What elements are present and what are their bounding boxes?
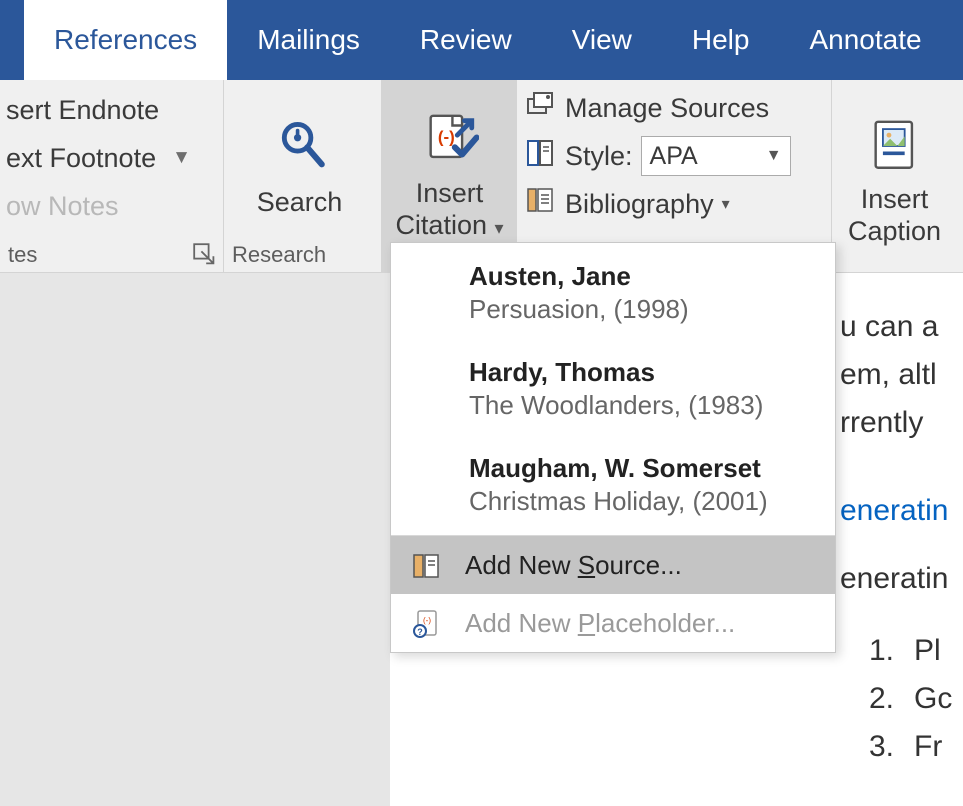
list-number: 3. — [840, 730, 894, 764]
insert-endnote-label: sert Endnote — [6, 95, 159, 126]
citation-source-item[interactable]: Austen, Jane Persuasion, (1998) — [391, 243, 835, 339]
list-text: Fr — [914, 730, 942, 764]
group-footnotes: sert Endnote ext Footnote ▼ ow Notes tes — [0, 80, 224, 272]
manage-sources-button[interactable]: Manage Sources — [521, 86, 827, 130]
insert-endnote-button[interactable]: sert Endnote — [0, 86, 217, 134]
source-author: Austen, Jane — [469, 261, 811, 292]
chevron-down-icon: ▾ — [722, 194, 730, 214]
insert-citation-icon: (-) — [421, 111, 479, 174]
list-item: 2. Gc — [840, 675, 963, 723]
source-title: Persuasion, (1998) — [469, 294, 811, 325]
insert-caption-l1: Insert — [861, 184, 929, 214]
body-text: u can a — [840, 303, 963, 351]
group-label-footnotes: tes — [0, 242, 223, 272]
citation-source-item[interactable]: Hardy, Thomas The Woodlanders, (1983) — [391, 339, 835, 435]
tab-view[interactable]: View — [542, 0, 662, 80]
body-text: eneratin — [840, 555, 963, 603]
group-captions: Insert Caption — [832, 80, 963, 272]
svg-text:(-): (-) — [423, 616, 431, 625]
chevron-down-icon: ▾ — [495, 218, 504, 238]
add-new-placeholder-label: Add New Placeholder... — [465, 608, 735, 639]
tab-help[interactable]: Help — [662, 0, 780, 80]
label-part: ource... — [595, 550, 682, 580]
list-text: Gc — [914, 682, 952, 716]
show-notes-label: ow Notes — [6, 191, 119, 222]
add-new-source-label: Add New Source... — [465, 550, 682, 581]
insert-citation-l1: Insert — [416, 178, 484, 208]
label-accel: P — [578, 608, 595, 638]
list-item: 3. Fr — [840, 723, 963, 771]
source-title: Christmas Holiday, (2001) — [469, 486, 811, 517]
manage-sources-label: Manage Sources — [565, 93, 769, 124]
search-label: Search — [257, 187, 343, 218]
insert-caption-label: Insert Caption — [848, 184, 941, 246]
group-research: Search Research — [224, 80, 382, 272]
insert-caption-l2: Caption — [848, 216, 941, 246]
group-label-research: Research — [224, 242, 381, 272]
tab-review[interactable]: Review — [390, 0, 542, 80]
citation-style-row: Style: APA ▼ — [521, 134, 827, 178]
source-author: Hardy, Thomas — [469, 357, 811, 388]
svg-text:(-): (-) — [437, 128, 454, 147]
insert-citation-l2: Citation — [395, 210, 487, 240]
add-source-icon — [409, 549, 443, 581]
tab-mailings[interactable]: Mailings — [227, 0, 390, 80]
bibliography-label: Bibliography — [565, 189, 714, 220]
body-text: em, altl — [840, 351, 963, 399]
search-icon — [271, 116, 329, 179]
list-item: 1. Pl — [840, 627, 963, 675]
bibliography-button[interactable]: Bibliography ▾ — [521, 182, 827, 226]
svg-text:?: ? — [417, 627, 423, 637]
manage-sources-icon — [525, 89, 557, 128]
source-author: Maugham, W. Somerset — [469, 453, 811, 484]
label-accel: S — [578, 550, 595, 580]
insert-caption-icon — [866, 117, 924, 180]
ribbon-tabs: References Mailings Review View Help Ann… — [0, 0, 963, 80]
add-placeholder-icon: (-) ? — [409, 607, 443, 639]
label-part: Add New — [465, 608, 578, 638]
document-gutter — [0, 273, 390, 806]
add-new-placeholder-button[interactable]: (-) ? Add New Placeholder... — [391, 594, 835, 652]
label-part: Add New — [465, 550, 578, 580]
style-icon — [525, 137, 557, 176]
next-footnote-label: ext Footnote — [6, 143, 156, 174]
numbered-list: 1. Pl 2. Gc 3. Fr — [840, 627, 963, 771]
footnotes-group-text: tes — [8, 242, 37, 268]
add-new-source-button[interactable]: Add New Source... — [391, 536, 835, 594]
list-number: 2. — [840, 682, 894, 716]
bibliography-icon — [525, 185, 557, 224]
citation-style-dropdown[interactable]: APA ▼ — [641, 136, 791, 176]
chevron-down-icon: ▼ — [766, 147, 782, 165]
insert-citation-menu: Austen, Jane Persuasion, (1998) Hardy, T… — [390, 242, 836, 653]
next-footnote-button[interactable]: ext Footnote ▼ — [0, 134, 217, 182]
chevron-down-icon[interactable]: ▼ — [172, 147, 191, 169]
research-group-text: Research — [232, 242, 326, 268]
tab-annotate[interactable]: Annotate — [779, 0, 951, 80]
hyperlink-text[interactable]: eneratin — [840, 487, 963, 535]
tab-references[interactable]: References — [24, 0, 227, 80]
citation-source-item[interactable]: Maugham, W. Somerset Christmas Holiday, … — [391, 435, 835, 531]
smart-lookup-button[interactable]: Search — [224, 86, 375, 242]
style-label: Style: — [565, 141, 633, 172]
insert-citation-label: Insert Citation ▾ — [395, 178, 503, 240]
label-part: laceholder... — [595, 608, 735, 638]
source-title: The Woodlanders, (1983) — [469, 390, 811, 421]
citation-style-value: APA — [650, 142, 698, 171]
body-text: rrently — [840, 399, 963, 447]
dialog-launcher-icon[interactable] — [195, 245, 215, 265]
list-text: Pl — [914, 634, 941, 668]
list-number: 1. — [840, 634, 894, 668]
show-notes-button: ow Notes — [0, 182, 217, 230]
insert-caption-button[interactable]: Insert Caption — [832, 86, 957, 272]
